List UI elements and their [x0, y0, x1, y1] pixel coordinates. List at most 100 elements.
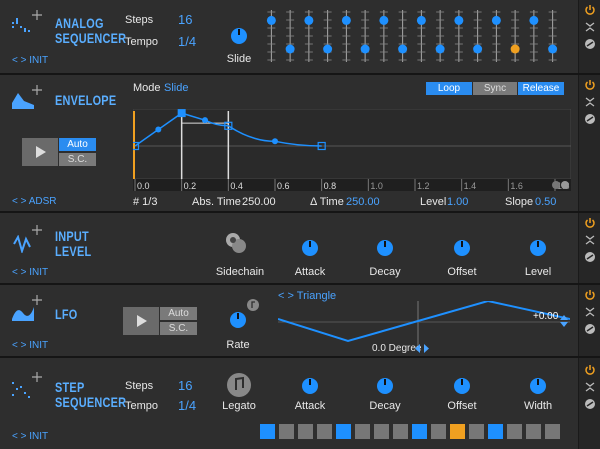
- prev-preset-icon[interactable]: <: [12, 196, 18, 207]
- step-cell[interactable]: [374, 424, 389, 439]
- prev-preset-icon[interactable]: <: [12, 55, 18, 66]
- power-icon[interactable]: [584, 79, 596, 91]
- slider-handle[interactable]: [529, 15, 539, 25]
- steps-value[interactable]: 16: [178, 12, 192, 27]
- level-value[interactable]: 1.00: [447, 196, 468, 208]
- modulation-icon[interactable]: [584, 323, 596, 335]
- lfo-waveform-display[interactable]: [278, 301, 570, 345]
- modulation-icon[interactable]: [584, 113, 596, 125]
- legato-icon[interactable]: [226, 372, 252, 398]
- next-preset-icon[interactable]: >: [21, 267, 27, 278]
- prev-preset-icon[interactable]: <: [12, 267, 18, 278]
- prev-preset-icon[interactable]: <: [12, 340, 18, 351]
- envelope-point[interactable]: [202, 117, 208, 124]
- envelope-point-selected[interactable]: [177, 109, 186, 118]
- next-preset-icon[interactable]: >: [21, 196, 27, 207]
- delta-time-value[interactable]: 250.00: [346, 196, 380, 208]
- zoom-in-icon[interactable]: [561, 181, 569, 189]
- slider-handle[interactable]: [341, 15, 351, 25]
- next-preset-icon[interactable]: >: [21, 55, 27, 66]
- zoom-out-icon[interactable]: [552, 181, 560, 189]
- modulation-icon[interactable]: [584, 251, 596, 263]
- release-button[interactable]: Release: [518, 82, 564, 95]
- envelope-point[interactable]: [155, 126, 162, 133]
- input-level-preset-nav[interactable]: < > INIT: [12, 267, 48, 278]
- drag-handle-icon[interactable]: [32, 295, 42, 305]
- modulation-icon[interactable]: [584, 398, 596, 410]
- auto-button[interactable]: Auto: [160, 307, 197, 320]
- step-cell[interactable]: [450, 424, 465, 439]
- decay-knob[interactable]: [377, 378, 393, 394]
- step-cell[interactable]: [298, 424, 313, 439]
- step-cell[interactable]: [393, 424, 408, 439]
- slider-handle[interactable]: [491, 15, 501, 25]
- analog-sequencer-preset-nav[interactable]: < > INIT: [12, 55, 48, 66]
- slider-handle[interactable]: [435, 44, 445, 54]
- phase-arrows-icon[interactable]: [415, 344, 429, 353]
- attack-knob[interactable]: [302, 378, 318, 394]
- step-sequencer-preset-nav[interactable]: < > INIT: [12, 431, 48, 442]
- offset-arrows-icon[interactable]: [559, 314, 569, 328]
- envelope-point[interactable]: [272, 138, 278, 145]
- slider-handle[interactable]: [510, 44, 520, 54]
- slider-handle[interactable]: [548, 44, 558, 54]
- step-cell[interactable]: [469, 424, 484, 439]
- slider-handle[interactable]: [473, 44, 483, 54]
- collapse-icon[interactable]: [584, 381, 596, 393]
- drag-handle-icon[interactable]: [32, 225, 42, 235]
- slider-handle[interactable]: [379, 15, 389, 25]
- slide-knob[interactable]: [231, 28, 247, 44]
- attack-knob[interactable]: [302, 240, 318, 256]
- envelope-preset-nav[interactable]: < > ADSR: [12, 196, 57, 207]
- note-sync-icon[interactable]: [247, 299, 259, 311]
- offset-knob[interactable]: [454, 240, 470, 256]
- step-cell[interactable]: [431, 424, 446, 439]
- prev-preset-icon[interactable]: <: [12, 431, 18, 442]
- lfo-preset-nav[interactable]: < > INIT: [12, 340, 48, 351]
- offset-knob[interactable]: [454, 378, 470, 394]
- rate-knob[interactable]: [230, 312, 246, 328]
- tempo-value[interactable]: 1/4: [178, 398, 196, 413]
- slider-handle[interactable]: [360, 44, 370, 54]
- loop-button[interactable]: Loop: [426, 82, 472, 95]
- steps-value[interactable]: 16: [178, 378, 192, 393]
- mode-value[interactable]: Slide: [164, 82, 188, 94]
- decay-knob[interactable]: [377, 240, 393, 256]
- next-preset-icon[interactable]: >: [21, 340, 27, 351]
- sync-button[interactable]: Sync: [473, 82, 517, 95]
- drag-handle-icon[interactable]: [32, 372, 42, 382]
- collapse-icon[interactable]: [584, 306, 596, 318]
- width-knob[interactable]: [530, 378, 546, 394]
- play-button[interactable]: [123, 307, 159, 335]
- power-icon[interactable]: [584, 364, 596, 376]
- slider-handle[interactable]: [454, 15, 464, 25]
- power-icon[interactable]: [584, 4, 596, 16]
- drag-handle-icon[interactable]: [32, 10, 42, 20]
- auto-button[interactable]: Auto: [59, 138, 96, 151]
- power-icon[interactable]: [584, 217, 596, 229]
- step-cell[interactable]: [317, 424, 332, 439]
- abs-time-value[interactable]: 250.00: [242, 196, 276, 208]
- step-cell[interactable]: [355, 424, 370, 439]
- slider-handle[interactable]: [285, 44, 295, 54]
- slider-handle[interactable]: [416, 15, 426, 25]
- offset-value[interactable]: +0.00: [533, 311, 558, 322]
- step-cell[interactable]: [336, 424, 351, 439]
- envelope-graph[interactable]: 0.00.20.40.60.81.01.21.41.61.8: [133, 109, 571, 191]
- step-cell[interactable]: [260, 424, 275, 439]
- step-sliders[interactable]: [262, 8, 562, 64]
- step-cell[interactable]: [507, 424, 522, 439]
- power-icon[interactable]: [584, 289, 596, 301]
- modulation-icon[interactable]: [584, 38, 596, 50]
- step-cell[interactable]: [545, 424, 560, 439]
- step-cell[interactable]: [488, 424, 503, 439]
- collapse-icon[interactable]: [584, 21, 596, 33]
- collapse-icon[interactable]: [584, 234, 596, 246]
- slider-handle[interactable]: [398, 44, 408, 54]
- tempo-value[interactable]: 1/4: [178, 34, 196, 49]
- level-knob[interactable]: [530, 240, 546, 256]
- play-button[interactable]: [22, 138, 58, 166]
- drag-handle-icon[interactable]: [32, 85, 42, 95]
- sc-button[interactable]: S.C.: [59, 153, 96, 166]
- sc-button[interactable]: S.C.: [160, 322, 197, 335]
